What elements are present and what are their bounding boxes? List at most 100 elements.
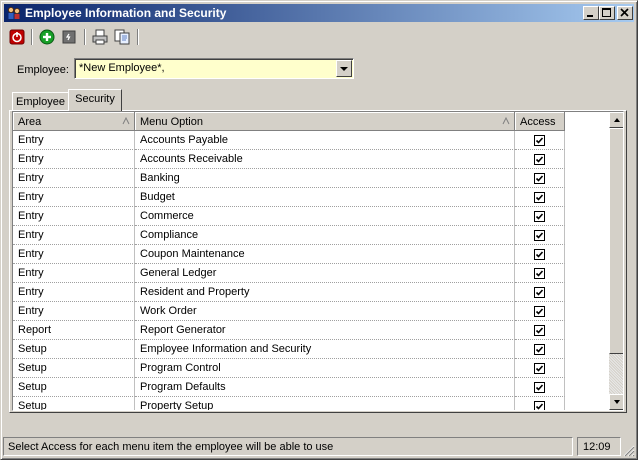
- table-row[interactable]: Entry Resident and Property: [13, 283, 565, 302]
- menu-option-cell[interactable]: Program Control: [135, 359, 515, 378]
- table-row[interactable]: Entry Work Order: [13, 302, 565, 321]
- access-cell[interactable]: [515, 226, 565, 245]
- menu-option-cell[interactable]: Report Generator: [135, 321, 515, 340]
- vertical-scrollbar[interactable]: [609, 112, 623, 410]
- area-cell[interactable]: Setup: [13, 397, 135, 410]
- table-row[interactable]: Setup Property Setup: [13, 397, 565, 410]
- area-cell[interactable]: Entry: [13, 188, 135, 207]
- column-header-access[interactable]: Access: [515, 112, 565, 131]
- access-cell[interactable]: [515, 207, 565, 226]
- area-cell[interactable]: Entry: [13, 302, 135, 321]
- scroll-up-button[interactable]: [609, 112, 623, 128]
- access-cell[interactable]: [515, 131, 565, 150]
- access-cell[interactable]: [515, 264, 565, 283]
- area-cell[interactable]: Setup: [13, 378, 135, 397]
- area-cell[interactable]: Entry: [13, 131, 135, 150]
- access-cell[interactable]: [515, 150, 565, 169]
- access-checkbox[interactable]: [534, 401, 545, 410]
- table-row[interactable]: Entry Compliance: [13, 226, 565, 245]
- menu-option-cell[interactable]: Budget: [135, 188, 515, 207]
- access-cell[interactable]: [515, 340, 565, 359]
- access-checkbox[interactable]: [534, 382, 545, 393]
- access-checkbox[interactable]: [534, 306, 545, 317]
- minimize-button[interactable]: [583, 6, 599, 20]
- table-row[interactable]: Entry Budget: [13, 188, 565, 207]
- table-row[interactable]: Entry Banking: [13, 169, 565, 188]
- table-row[interactable]: Entry Accounts Payable: [13, 131, 565, 150]
- exit-button[interactable]: [8, 28, 26, 46]
- menu-option-cell[interactable]: Coupon Maintenance: [135, 245, 515, 264]
- close-button[interactable]: [617, 6, 633, 20]
- menu-option-cell[interactable]: Compliance: [135, 226, 515, 245]
- tab-security[interactable]: Security: [68, 89, 122, 111]
- table-row[interactable]: Setup Program Control: [13, 359, 565, 378]
- access-checkbox[interactable]: [534, 230, 545, 241]
- area-cell[interactable]: Setup: [13, 359, 135, 378]
- menu-option-cell[interactable]: Program Defaults: [135, 378, 515, 397]
- access-checkbox[interactable]: [534, 325, 545, 336]
- menu-option-cell[interactable]: Work Order: [135, 302, 515, 321]
- access-cell[interactable]: [515, 378, 565, 397]
- area-cell[interactable]: Entry: [13, 226, 135, 245]
- menu-option-cell[interactable]: Resident and Property: [135, 283, 515, 302]
- copy-button[interactable]: [113, 28, 131, 46]
- menu-option-cell[interactable]: Employee Information and Security: [135, 340, 515, 359]
- access-checkbox[interactable]: [534, 135, 545, 146]
- employee-dropdown-button[interactable]: [336, 60, 352, 77]
- tab-employee[interactable]: Employee: [12, 92, 69, 111]
- area-cell[interactable]: Entry: [13, 150, 135, 169]
- scroll-thumb[interactable]: [609, 128, 623, 354]
- access-cell[interactable]: [515, 188, 565, 207]
- access-checkbox[interactable]: [534, 173, 545, 184]
- scroll-down-button[interactable]: [609, 394, 623, 410]
- menu-option-cell[interactable]: Accounts Receivable: [135, 150, 515, 169]
- access-checkbox[interactable]: [534, 249, 545, 260]
- access-checkbox[interactable]: [534, 192, 545, 203]
- column-header-area[interactable]: Area: [13, 112, 135, 131]
- delete-button[interactable]: [60, 28, 78, 46]
- table-row[interactable]: Entry Commerce: [13, 207, 565, 226]
- table-row[interactable]: Entry Accounts Receivable: [13, 150, 565, 169]
- table-row[interactable]: Setup Employee Information and Security: [13, 340, 565, 359]
- access-checkbox[interactable]: [534, 154, 545, 165]
- access-cell[interactable]: [515, 321, 565, 340]
- access-checkbox[interactable]: [534, 287, 545, 298]
- area-cell[interactable]: Entry: [13, 264, 135, 283]
- menu-option-cell[interactable]: Property Setup: [135, 397, 515, 410]
- menu-option-cell[interactable]: General Ledger: [135, 264, 515, 283]
- area-text: Entry: [18, 305, 44, 317]
- employee-select[interactable]: *New Employee*,: [74, 58, 354, 79]
- table-row[interactable]: Entry General Ledger: [13, 264, 565, 283]
- print-button[interactable]: [91, 28, 109, 46]
- access-checkbox[interactable]: [534, 344, 545, 355]
- area-cell[interactable]: Entry: [13, 283, 135, 302]
- menu-option-cell[interactable]: Accounts Payable: [135, 131, 515, 150]
- table-row[interactable]: Entry Coupon Maintenance: [13, 245, 565, 264]
- access-cell[interactable]: [515, 359, 565, 378]
- area-cell[interactable]: Entry: [13, 245, 135, 264]
- add-button[interactable]: [38, 28, 56, 46]
- area-cell[interactable]: Entry: [13, 207, 135, 226]
- access-cell[interactable]: [515, 397, 565, 410]
- table-row[interactable]: Setup Program Defaults: [13, 378, 565, 397]
- access-cell[interactable]: [515, 245, 565, 264]
- access-cell[interactable]: [515, 302, 565, 321]
- main-window: Employee Information and Security Employ…: [0, 0, 638, 460]
- area-cell[interactable]: Setup: [13, 340, 135, 359]
- area-cell[interactable]: Entry: [13, 169, 135, 188]
- access-checkbox[interactable]: [534, 268, 545, 279]
- access-cell[interactable]: [515, 283, 565, 302]
- table-row[interactable]: Report Report Generator: [13, 321, 565, 340]
- title-bar[interactable]: Employee Information and Security: [4, 4, 634, 22]
- area-cell[interactable]: Report: [13, 321, 135, 340]
- menu-option-cell[interactable]: Commerce: [135, 207, 515, 226]
- menu-option-cell[interactable]: Banking: [135, 169, 515, 188]
- access-checkbox[interactable]: [534, 211, 545, 222]
- maximize-button[interactable]: [599, 6, 615, 20]
- power-icon: [9, 29, 25, 45]
- access-checkbox[interactable]: [534, 363, 545, 374]
- resize-grip-icon[interactable]: [623, 445, 635, 457]
- access-cell[interactable]: [515, 169, 565, 188]
- column-header-menu-option[interactable]: Menu Option: [135, 112, 515, 131]
- print-icon: [92, 29, 108, 45]
